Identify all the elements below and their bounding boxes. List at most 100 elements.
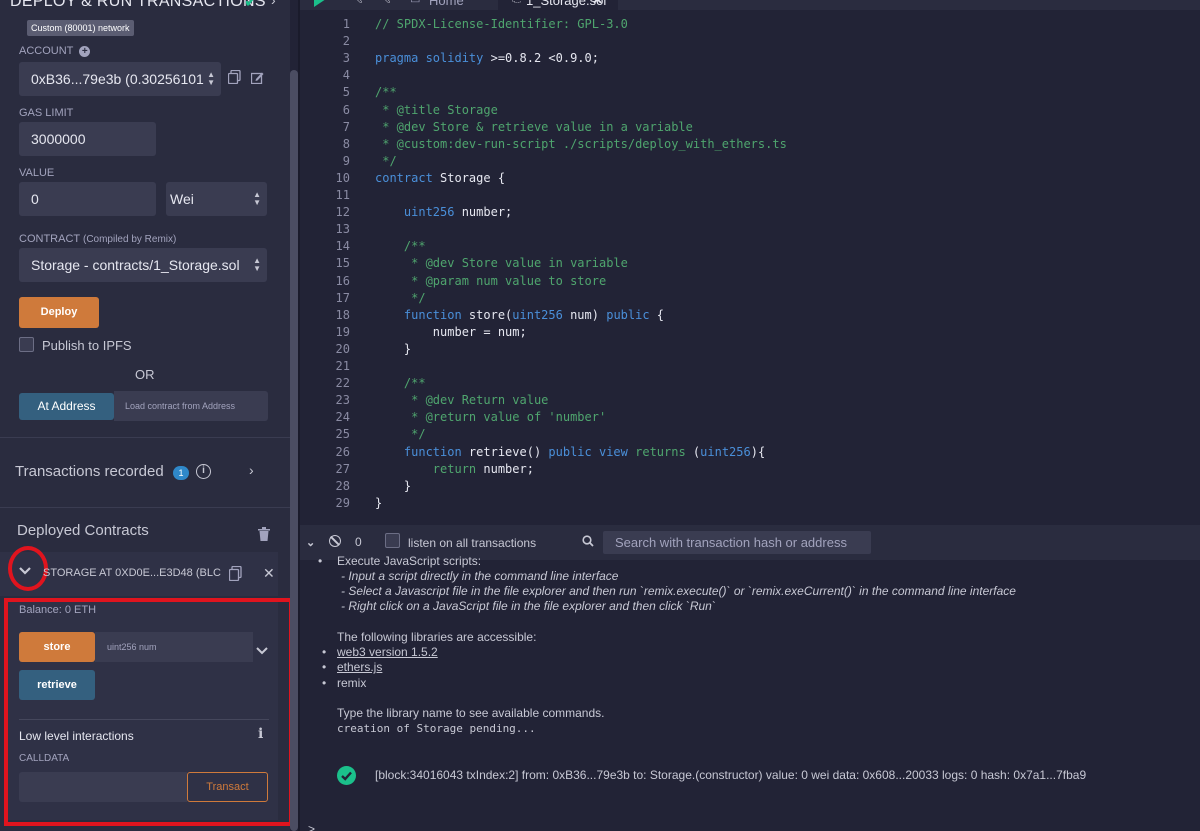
chevron-right-icon[interactable]: › [249,462,254,478]
check-icon: ✔ [244,0,258,11]
close-icon[interactable]: ✕ [263,565,275,582]
select-arrows-icon: ▲ ▼ [253,190,261,207]
code-line[interactable]: * @return value of 'number' [375,410,606,424]
line-number: 7 [342,119,350,134]
console-prompt[interactable]: > [308,822,315,831]
code-line[interactable]: uint256 number; [375,205,512,219]
code-line[interactable]: * @title Storage [375,103,498,117]
line-number: 12 [335,205,350,220]
contract-value: Storage - contracts/1_Storage.sol [31,257,240,273]
deploy-button[interactable]: Deploy [19,297,99,328]
transaction-log-line[interactable]: [block:34016043 txIndex:2] from: 0xB36..… [375,768,1086,782]
close-tab-icon[interactable]: ✕ [592,0,603,8]
lib-link-ethers[interactable]: ethers.js [337,660,382,674]
zoom-out-icon[interactable]: 🔍︎ [348,0,363,4]
deploy-panel: DEPLOY & RUN TRANSACTIONS ✔ › Custom (80… [0,0,290,831]
libs-title: The following libraries are accessible: [337,630,537,644]
code-line[interactable]: number = num; [375,325,527,339]
code-line[interactable]: /** [375,239,426,253]
panel-scrollbar[interactable] [290,70,298,831]
divider [0,507,290,508]
line-number: 11 [335,188,350,202]
add-account-icon[interactable]: + [79,46,91,57]
editor-tabs: 🔍︎ 🔍︎ ▭ Home ⎘ 1_Storage.sol ✕ [300,0,1200,10]
line-number: 15 [335,256,350,271]
code-editor[interactable]: 1 // SPDX-License-Identifier: GPL-3.0 2 3 pr… [300,10,1200,525]
code-line[interactable]: */ [375,291,425,305]
lib-link-web3[interactable]: web3 version 1.5.2 [337,645,438,659]
line-number: 18 [335,307,350,322]
copy-icon[interactable] [227,69,241,87]
trash-icon[interactable] [258,527,270,546]
code-line[interactable]: } [375,342,411,356]
line-number: 22 [335,376,350,391]
code-line[interactable]: * @dev Store value in variable [375,256,628,270]
line-number: 2 [342,34,350,49]
line-number: 24 [335,410,350,425]
account-select[interactable]: 0xB36...79e3b (0.30256101 ▲ ▼ [19,62,221,96]
value-label: VALUE [19,167,55,179]
code-line[interactable]: * @custom:dev-run-script ./scripts/deplo… [375,137,787,151]
file-tab-icon: ⎘ [512,0,521,6]
code-line[interactable]: // SPDX-License-Identifier: GPL-3.0 [375,17,628,31]
code-line[interactable]: * @param num value to store [375,274,606,288]
tab-home[interactable]: Home [429,0,464,8]
code-line[interactable]: } [375,479,411,493]
collapse-terminal-icon[interactable]: ⌄ [306,536,315,549]
code-line[interactable]: function retrieve() public view returns … [375,445,765,459]
publish-ipfs-checkbox[interactable] [19,337,34,352]
account-label-text: ACCOUNT [19,45,74,57]
line-number: 20 [335,341,350,356]
pending-message: creation of Storage pending... [337,722,536,735]
code-line[interactable]: * @dev Return value [375,393,548,407]
listen-checkbox[interactable] [385,533,400,548]
line-number: 1 [342,17,350,31]
line-number: 9 [342,153,350,168]
value-input[interactable]: 0 [19,182,156,216]
gas-limit-input[interactable]: 3000000 [19,122,156,156]
contract-label-sub: (Compiled by Remix) [82,234,177,245]
list-bullet: • [322,676,327,690]
line-number: 16 [335,273,350,288]
edit-icon[interactable] [250,71,264,87]
success-check-icon [337,766,356,785]
at-address-input[interactable]: Load contract from Address [114,391,268,421]
line-number: 19 [335,324,350,339]
code-line[interactable]: contract Storage { [375,171,505,185]
account-value: 0xB36...79e3b (0.30256101 [31,71,204,87]
lib-remix: remix [337,676,367,690]
line-number: 28 [335,478,350,493]
code-line[interactable]: pragma solidity >=0.8.2 <0.9.0; [375,51,599,65]
contract-select[interactable]: Storage - contracts/1_Storage.sol ▲ ▼ [19,248,267,282]
info-icon[interactable]: i [196,464,211,479]
contract-instance-label: STORAGE AT 0XD0E...E3D48 (BLC [43,567,221,579]
zoom-in-icon[interactable]: 🔍︎ [376,0,391,4]
code-line[interactable]: } [375,496,382,510]
panel-title: DEPLOY & RUN TRANSACTIONS [10,0,266,10]
code-line[interactable]: */ [375,154,396,168]
at-address-button[interactable]: At Address [19,393,114,420]
highlight-circle [8,546,48,591]
code-line[interactable]: /** [375,85,397,99]
search-icon [582,534,594,552]
value-unit-text: Wei [170,191,194,207]
clear-console-icon[interactable] [329,535,341,547]
code-line[interactable]: function store(uint256 num) public { [375,308,664,322]
select-arrows-icon: ▲ ▼ [207,70,215,87]
contract-label: CONTRACT (Compiled by Remix) [19,233,176,245]
listen-label: listen on all transactions [408,536,537,550]
chevron-right-icon[interactable]: › [271,0,276,8]
publish-ipfs-label: Publish to IPFS [42,338,132,353]
code-line[interactable]: * @dev Store & retrieve value in a varia… [375,120,693,134]
code-line[interactable]: return number; [375,462,534,476]
code-line[interactable]: */ [375,427,425,441]
run-icon[interactable] [314,0,326,7]
code-line[interactable]: /** [375,376,426,390]
line-number: 26 [335,444,350,459]
transactions-recorded-label[interactable]: Transactions recorded [15,463,164,480]
copy-icon[interactable] [228,565,242,586]
terminal-output: • Execute JavaScript scripts: - Input a … [300,554,1200,831]
transaction-search-input[interactable]: Search with transaction hash or address [603,531,871,554]
value-unit-select[interactable]: Wei ▲ ▼ [166,182,267,216]
line-number: 3 [342,51,350,66]
